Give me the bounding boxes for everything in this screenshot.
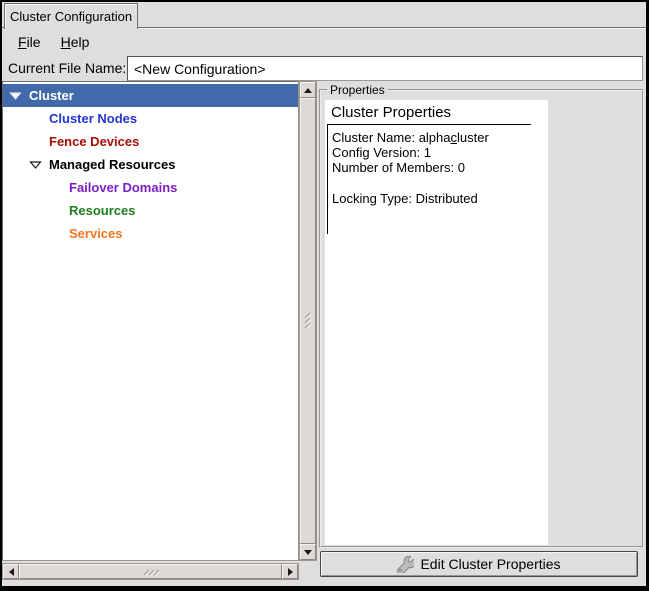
cluster-name-pre: Cluster Name: alpha (332, 130, 451, 145)
edit-button-label: Edit Cluster Properties (420, 556, 560, 572)
tree-item-fence-devices[interactable]: Fence Devices (3, 130, 298, 153)
triangle-down-expander-icon[interactable] (29, 159, 49, 170)
tree-item-label: Failover Domains (69, 180, 177, 195)
menu-item-help[interactable]: Help (51, 31, 100, 53)
properties-frame-label: Properties (327, 83, 388, 97)
menu-help-mnemonic: H (61, 34, 71, 50)
tree-vertical-scrollbar[interactable] (299, 81, 317, 561)
scroll-right-icon (288, 568, 293, 576)
tree-item-failover-domains[interactable]: Failover Domains (3, 176, 298, 199)
tree-item-label: Resources (69, 203, 135, 218)
tab-label: Cluster Configuration (10, 9, 132, 24)
tree-item-cluster[interactable]: Cluster (3, 84, 298, 107)
scroll-left-icon (9, 568, 14, 576)
tree-item-label: Cluster Nodes (49, 111, 137, 126)
cluster-name-value: Cluster Name: alphacluster (332, 130, 548, 145)
properties-frame: Properties Cluster Properties Cluster Na… (319, 89, 644, 548)
tree-item-label: Managed Resources (49, 157, 175, 172)
properties-content: Cluster Properties Cluster Name: alphacl… (325, 100, 548, 545)
menu-help-rest: elp (71, 34, 90, 50)
scroll-left-button[interactable] (3, 564, 19, 579)
tree-item-resources[interactable]: Resources (3, 199, 298, 222)
scroll-up-icon (304, 88, 312, 93)
menubar: File Help (2, 29, 646, 55)
scroll-right-button[interactable] (282, 564, 298, 579)
triangle-down-expander-icon[interactable] (9, 90, 29, 101)
edit-cluster-properties-button[interactable]: Edit Cluster Properties (320, 551, 638, 577)
current-file-name-label: Current File Name: (8, 55, 126, 81)
tree-horizontal-scrollbar[interactable] (2, 563, 299, 580)
scroll-up-button[interactable] (300, 82, 316, 98)
tree-view[interactable]: Cluster Cluster Nodes Fence Devices Managed… (2, 81, 299, 561)
tree-item-label: Cluster (29, 88, 74, 103)
cluster-name-post: luster (457, 130, 489, 145)
spacer (332, 175, 548, 191)
properties-heading: Cluster Properties (325, 100, 548, 124)
cluster-configuration-window: Cluster Configuration File Help Current … (0, 0, 649, 591)
scrollbar-grip-icon (303, 312, 313, 330)
menu-file-mnemonic: F (18, 34, 27, 50)
vertical-scrollbar-thumb[interactable] (300, 98, 316, 544)
menu-item-file[interactable]: File (8, 31, 51, 53)
locking-type-value: Locking Type: Distributed (332, 191, 548, 206)
scroll-down-button[interactable] (300, 544, 316, 560)
config-version-value: Config Version: 1 (332, 145, 548, 160)
scroll-down-icon (304, 550, 312, 555)
tree-item-services[interactable]: Services (3, 222, 298, 245)
tree-item-label: Services (69, 226, 123, 241)
scrollbar-grip-icon (142, 567, 160, 577)
wrench-icon (397, 556, 414, 573)
menu-file-rest: ile (27, 34, 41, 50)
current-file-name-input[interactable] (127, 56, 643, 81)
properties-fields: Cluster Name: alphacluster Config Versio… (327, 125, 548, 234)
tree-item-managed-resources[interactable]: Managed Resources (3, 153, 298, 176)
horizontal-scrollbar-thumb[interactable] (19, 564, 282, 579)
tab-cluster-configuration[interactable]: Cluster Configuration (4, 3, 138, 29)
tree-item-cluster-nodes[interactable]: Cluster Nodes (3, 107, 298, 130)
tree-item-label: Fence Devices (49, 134, 139, 149)
number-of-members-value: Number of Members: 0 (332, 160, 548, 175)
